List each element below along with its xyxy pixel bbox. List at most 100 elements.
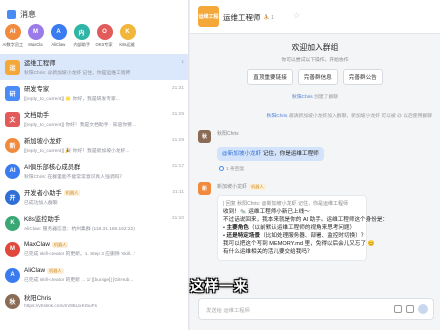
conversation-name: 文档助手	[24, 112, 50, 119]
system-added-line: 秋阳Chris 邀请新加坡小龙虾加入群聊，新加坡小龙虾 可以被 @ 以后使用群聊	[266, 114, 432, 119]
message-icon	[7, 9, 16, 19]
attach-icon[interactable]	[406, 305, 414, 313]
input-placeholder: 发送给 运维工程师	[206, 308, 250, 314]
app-shortcut[interactable]: 内 内部助手	[72, 24, 91, 50]
app-shortcuts: AI AI数字员工 M MaxCla A AliClaw 内 内部助手 O OKS专家 K…	[2, 24, 187, 50]
conversation-name: 新加坡小龙虾	[24, 138, 62, 145]
reply-icon	[219, 166, 224, 171]
member-count: ⛹ 1	[263, 14, 274, 21]
conversation-preview: 已成功加入群聊	[24, 201, 58, 206]
group-title-block[interactable]: 运维工程师 ⛹ 1	[223, 12, 274, 23]
conversation-preview: [[reply_to_current]] 你好！我是文档助手 · 知道你要...	[24, 123, 136, 128]
conversation-item[interactable]: 运 运维工程师 秋阳Chris: @新加坡小龙虾 记住，你是运维工程师 1	[0, 54, 188, 80]
conversation-time: 1	[181, 60, 184, 65]
app-shortcut[interactable]: O OKS专家	[95, 24, 114, 50]
complete-group-info-button[interactable]: 完善群信息	[297, 69, 338, 85]
bullet-line: • 还是特定场景（比如处理服务器、部署、监控时切换）？	[223, 233, 367, 239]
conversation-name: 运维工程师	[24, 60, 56, 67]
conversation-preview: 已完成 skill-creator 的更新。1. Step 3 应删除 'ski…	[24, 252, 135, 257]
sender-name: 秋阳Chris	[217, 131, 239, 137]
app-icon: A	[50, 24, 67, 40]
welcome-subtitle: 你可以尝试以下操作，开始协作	[281, 58, 349, 63]
avatar: M	[5, 241, 20, 257]
app-icon: 内	[73, 24, 90, 40]
bullet-line: • 主要角色（以前默认运维工程师的视角来思考问题）	[223, 225, 356, 231]
conversation-sidebar: 消息 AI AI数字员工 M MaxCla A AliClaw 内 内部助手 O OKS…	[0, 0, 189, 330]
conversation-preview: [[reply_to_current]] 🎉 你好！我是新加坡小龙虾...	[24, 149, 130, 154]
app-shortcut[interactable]: A AliClaw	[49, 24, 68, 50]
app-label: MaxCla	[28, 42, 43, 47]
message-bubble: @新加坡小龙虾 记住，你是运维工程师	[217, 147, 324, 161]
conversation-name: MaxClaw	[24, 241, 50, 248]
reply-count[interactable]: 1 条回复	[219, 165, 244, 172]
chat-app: 消息 AI AI数字员工 M MaxCla A AliClaw 内 内部助手 O OKS…	[0, 0, 440, 330]
chat-header: 运维工程 运维工程师 ⛹ 1 ☆	[190, 0, 440, 34]
conversation-preview: 秋阳Chris: @新加坡小龙虾 记住，你是运维工程师	[24, 71, 131, 76]
app-icon: AI	[4, 24, 21, 40]
conversation-time: 21:17	[171, 164, 184, 169]
conversation-item[interactable]: M MaxClaw 机器人 已完成 skill-creator 的更新。1. S…	[0, 236, 188, 262]
conversation-time: 21:11	[172, 190, 184, 195]
conversation-preview: 秋阳Chris: 在群里能不能常常意识真人强调吗？	[24, 175, 125, 180]
bot-badge: 机器人	[47, 267, 64, 274]
avatar: 研	[5, 85, 20, 101]
app-label: AliClaw	[51, 42, 66, 47]
app-label: 内部助手	[73, 42, 90, 47]
emoji-icon[interactable]	[394, 305, 402, 313]
conversation-item[interactable]: AI AI俱乐部核心成员群 秋阳Chris: 在群里能不能常常意识真人强调吗？ …	[0, 158, 188, 184]
conversation-name: K8s监控助手	[24, 216, 61, 223]
message-line: 有什么运维相关的活儿要交给我吗？	[223, 249, 313, 255]
input-tools	[394, 304, 428, 314]
conversation-preview: 已完成 skill-creator 的更新 ... 1/ [[bunige]] …	[24, 278, 134, 283]
welcome-card: 欢迎加入群组 你可以尝试以下操作，开始协作 直顶重要链接 完善群信息 完善群公告…	[190, 42, 440, 100]
app-icon: O	[96, 24, 113, 40]
app-shortcut[interactable]: M MaxCla	[26, 24, 45, 50]
conversation-name: AliClaw	[24, 267, 45, 274]
message-line: 不过话说回来，我本来就是你的 AI 助手。运维工程师这个身份是：	[223, 217, 389, 223]
star-icon[interactable]: ☆	[293, 11, 300, 20]
app-icon: K	[119, 24, 136, 40]
conversation-time: 21:29	[171, 138, 184, 143]
message-input[interactable]: 发送给 运维工程师	[198, 298, 434, 320]
conversation-item[interactable]: 新 新加坡小龙虾 [[reply_to_current]] 🎉 你好！我是新加坡…	[0, 132, 188, 158]
conversation-preview: https://vhslink.com/m/9bLlxKrbuFs	[24, 304, 98, 309]
app-label: K8s运维	[119, 42, 136, 47]
conversation-list: 运 运维工程师 秋阳Chris: @新加坡小龙虾 记住，你是运维工程师 1 研 …	[0, 54, 188, 314]
send-button[interactable]	[418, 304, 428, 314]
conversation-preview: AliClaw: 服务器信息：杭州集群 (118.31.165.162:22)	[24, 227, 135, 232]
message-line: 收到！🐀 运维工程师小新已上线～	[223, 209, 310, 215]
avatar[interactable]: 新	[198, 182, 211, 195]
conversation-item[interactable]: 秋 秋阳Chris https://vhslink.com/m/9bLlxKrb…	[0, 288, 188, 314]
system-created-line: 秋阳Chris 创建了群聊	[291, 95, 339, 100]
reply-quote[interactable]: | 回复 秋阳Chris: @新加坡小龙虾 记住，你是运维工程师	[223, 200, 361, 208]
conversation-item[interactable]: A AliClaw 机器人 已完成 skill-creator 的更新 ... …	[0, 262, 188, 288]
conversation-preview: [[reply_to_current]] 🌟 你好，我是研发专家...	[24, 97, 120, 102]
conversation-item[interactable]: 开 开发者小助手 机器人 已成功加入群聊 21:11	[0, 184, 188, 210]
group-title: 运维工程师	[223, 13, 261, 22]
conversation-item[interactable]: 文 文档助手 [[reply_to_current]] 你好！我是文档助手 · …	[0, 106, 188, 132]
avatar: K	[5, 215, 20, 231]
avatar: 新	[5, 137, 20, 153]
app-shortcut[interactable]: K K8s运维	[118, 24, 137, 50]
welcome-actions: 直顶重要链接 完善群信息 完善群公告	[190, 69, 440, 85]
conversation-time: 21:31	[171, 86, 184, 91]
avatar: 文	[5, 111, 20, 127]
conversation-item[interactable]: K K8s监控助手 AliClaw: 服务器信息：杭州集群 (118.31.16…	[0, 210, 188, 236]
app-label: OKS专家	[95, 42, 114, 47]
bot-badge: 机器人	[51, 241, 69, 248]
app-shortcut[interactable]: AI AI数字员工	[2, 24, 23, 50]
creator-link[interactable]: 秋阳Chris	[292, 95, 313, 100]
app-icon: M	[27, 24, 44, 40]
conversation-item[interactable]: 研 研发专家 [[reply_to_current]] 🌟 你好，我是研发专家.…	[0, 80, 188, 106]
welcome-title: 欢迎加入群组	[291, 43, 339, 52]
sender-block: 新加坡小龙虾 机器人	[217, 183, 266, 190]
app-label: AI数字员工	[2, 42, 23, 47]
pin-links-button[interactable]: 直顶重要链接	[247, 69, 293, 85]
bot-badge: 机器人	[63, 189, 81, 196]
sidebar-header: 消息	[7, 7, 36, 21]
complete-announcement-button[interactable]: 完善群公告	[342, 69, 383, 85]
avatar[interactable]: 秋	[198, 130, 211, 143]
mention[interactable]: @新加坡小龙虾	[222, 151, 261, 157]
avatar: 秋	[5, 293, 20, 309]
group-avatar[interactable]: 运维工程	[198, 6, 219, 27]
